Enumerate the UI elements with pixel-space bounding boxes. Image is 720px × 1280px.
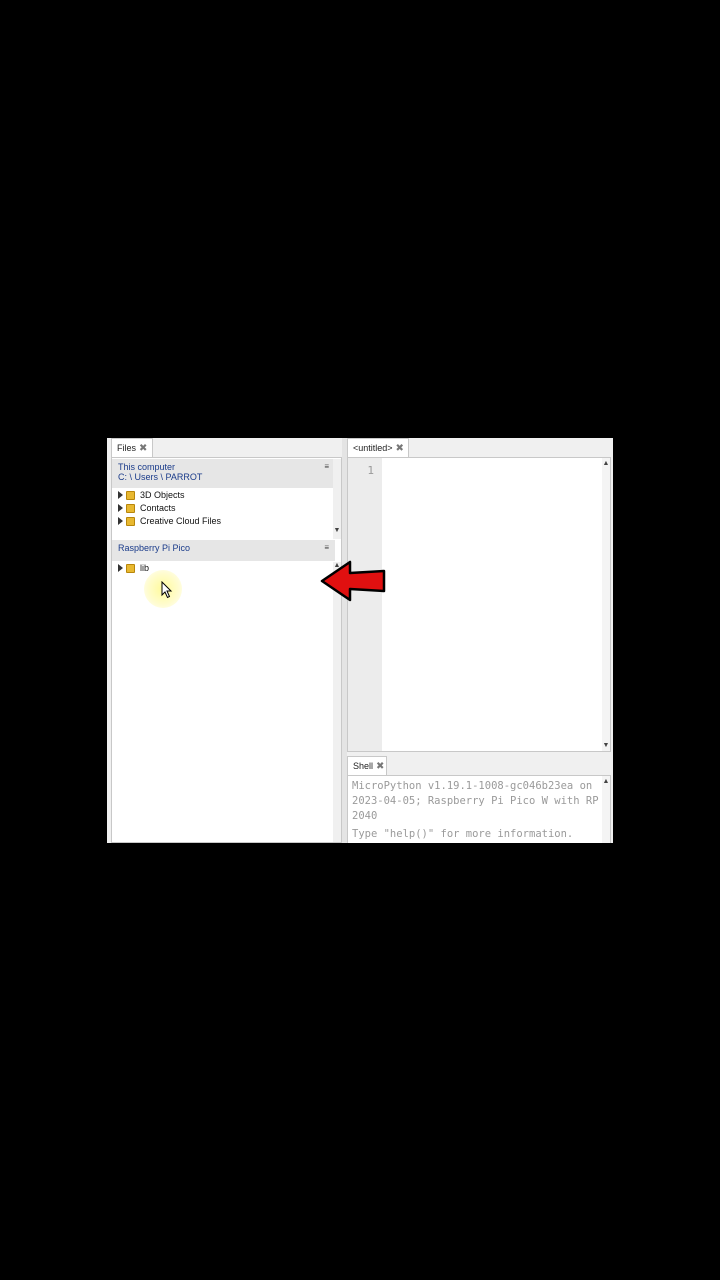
tree-item-contacts[interactable]: Contacts [118,502,176,514]
expand-triangle-icon[interactable] [118,504,123,512]
shell-console[interactable]: MicroPython v1.19.1-1008-gc046b23ea on 2… [347,775,611,843]
menu-icon[interactable]: ≡ [324,543,329,552]
this-computer-path[interactable]: C: \ Users \ PARROT [118,472,329,482]
tree-item-3d-objects[interactable]: 3D Objects [118,489,185,501]
close-icon[interactable]: ✖ [396,443,404,454]
line-number: 1 [367,464,374,477]
tab-untitled[interactable]: <untitled> ✖ [347,438,409,457]
shell-panel: Shell ✖ MicroPython v1.19.1-1008-gc046b23… [347,756,613,843]
tree-item-label: lib [140,563,150,573]
scroll-up-icon[interactable]: ▲ [602,778,610,785]
tree-item-lib[interactable]: lib [118,562,149,574]
tab-shell[interactable]: Shell ✖ [347,756,387,775]
files-panel: Files ✖ This computer C: \ Users \ PARROT… [107,438,342,843]
tree-item-label: 3D Objects [140,490,185,500]
shell-help-line: Type "help()" for more information. [352,828,574,840]
scroll-up-icon[interactable]: ▲ [602,460,610,467]
folder-icon [126,516,135,526]
tree-item-label: Contacts [140,503,176,513]
folder-icon [126,563,135,573]
this-computer-title: This computer [118,462,176,472]
shell-banner: MicroPython v1.19.1-1008-gc046b23ea on 2… [352,780,599,822]
folder-icon [126,503,135,513]
tab-untitled-label: <untitled> [353,443,393,453]
device-title: Raspberry Pi Pico [118,543,191,553]
tab-files[interactable]: Files ✖ [111,438,153,457]
this-computer-header: This computer C: \ Users \ PARROT ≡ [112,459,335,488]
close-icon[interactable]: ✖ [376,761,384,772]
expand-triangle-icon[interactable] [118,517,123,525]
device-scrollbar[interactable]: ▲ [333,562,341,842]
line-number-gutter: 1 [348,458,382,751]
close-icon[interactable]: ✖ [139,443,147,454]
code-editor[interactable]: 1 ▲ ▼ [347,457,611,752]
tree-item-label: Creative Cloud Files [140,516,222,526]
thonny-window: Files ✖ This computer C: \ Users \ PARROT… [107,438,613,843]
device-header: Raspberry Pi Pico ≡ [112,540,335,561]
shell-scrollbar[interactable]: ▲ [602,776,610,843]
expand-triangle-icon[interactable] [118,564,123,572]
mouse-cursor-icon [161,581,173,599]
tree-item-creative-cloud-files[interactable]: Creative Cloud Files [118,515,221,527]
tab-shell-label: Shell [353,761,374,771]
red-arrow-icon [320,560,386,602]
menu-icon[interactable]: ≡ [324,462,329,471]
local-scrollbar[interactable]: ▼ [333,459,341,539]
folder-icon [126,490,135,500]
tab-files-label: Files [117,443,137,453]
expand-triangle-icon[interactable] [118,491,123,499]
scroll-down-icon[interactable]: ▼ [333,527,341,534]
editor-scrollbar[interactable]: ▲ ▼ [602,458,610,751]
files-body: This computer C: \ Users \ PARROT ≡ 3D O… [111,457,342,843]
scroll-down-icon[interactable]: ▼ [602,742,610,749]
